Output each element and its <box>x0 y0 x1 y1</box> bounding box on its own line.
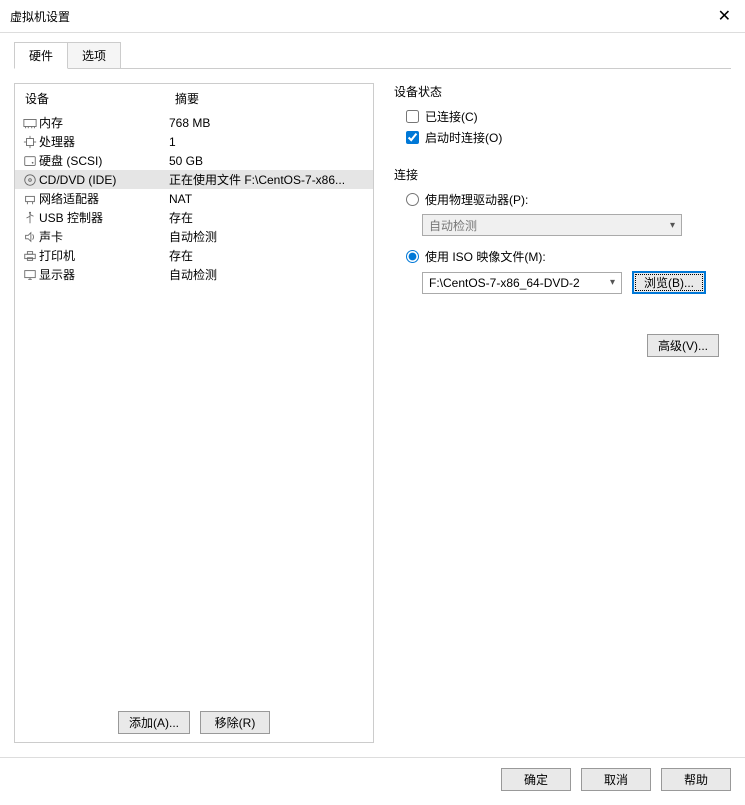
add-button[interactable]: 添加(A)... <box>118 711 190 734</box>
browse-button[interactable]: 浏览(B)... <box>632 271 706 294</box>
hardware-item-name: 内存 <box>39 114 169 131</box>
physical-drive-row[interactable]: 使用物理驱动器(P): <box>394 189 725 210</box>
printer-icon <box>21 249 39 263</box>
hardware-item-summary: 存在 <box>169 209 367 226</box>
iso-file-radio[interactable] <box>406 250 419 263</box>
cpu-icon <box>21 135 39 149</box>
hardware-item[interactable]: 硬盘 (SCSI)50 GB <box>15 151 373 170</box>
hardware-item-summary: 768 MB <box>169 116 367 130</box>
device-status-title: 设备状态 <box>394 83 725 100</box>
hardware-item-summary: 自动检测 <box>169 266 367 283</box>
header-summary: 摘要 <box>175 90 363 107</box>
hardware-item[interactable]: 网络适配器NAT <box>15 189 373 208</box>
usb-icon <box>21 211 39 225</box>
window-title: 虚拟机设置 <box>10 8 70 25</box>
physical-drive-label: 使用物理驱动器(P): <box>425 191 528 208</box>
network-icon <box>21 192 39 206</box>
header-device: 设备 <box>25 90 175 107</box>
cd-icon <box>21 173 39 187</box>
iso-file-value: F:\CentOS-7-x86_64-DVD-2 <box>429 276 580 290</box>
hardware-item-summary: 正在使用文件 F:\CentOS-7-x86... <box>169 171 367 188</box>
iso-file-row[interactable]: 使用 ISO 映像文件(M): <box>394 246 725 267</box>
hardware-item-name: 硬盘 (SCSI) <box>39 152 169 169</box>
iso-file-label: 使用 ISO 映像文件(M): <box>425 248 546 265</box>
connected-row[interactable]: 已连接(C) <box>394 106 725 127</box>
hardware-item[interactable]: 打印机存在 <box>15 246 373 265</box>
cancel-button[interactable]: 取消 <box>581 768 651 791</box>
chevron-down-icon: ▾ <box>670 220 675 231</box>
hardware-panel: 设备 摘要 内存768 MB处理器1硬盘 (SCSI)50 GBCD/DVD (… <box>14 83 374 743</box>
connect-on-power-label: 启动时连接(O) <box>425 129 502 146</box>
hardware-item[interactable]: 内存768 MB <box>15 113 373 132</box>
connect-on-power-row[interactable]: 启动时连接(O) <box>394 127 725 148</box>
physical-drive-value: 自动检测 <box>429 217 477 234</box>
hardware-item[interactable]: CD/DVD (IDE)正在使用文件 F:\CentOS-7-x86... <box>15 170 373 189</box>
ok-button[interactable]: 确定 <box>501 768 571 791</box>
hardware-action-row: 添加(A)... 移除(R) <box>15 703 373 742</box>
hardware-item-name: 显示器 <box>39 266 169 283</box>
hardware-item-summary: 50 GB <box>169 154 367 168</box>
hardware-list-header: 设备 摘要 <box>15 84 373 113</box>
advanced-button[interactable]: 高级(V)... <box>647 334 719 357</box>
hardware-item-name: 打印机 <box>39 247 169 264</box>
iso-input-row: F:\CentOS-7-x86_64-DVD-2 ▾ 浏览(B)... <box>422 271 725 294</box>
help-button[interactable]: 帮助 <box>661 768 731 791</box>
hardware-item-summary: 存在 <box>169 247 367 264</box>
content-area: 设备 摘要 内存768 MB处理器1硬盘 (SCSI)50 GBCD/DVD (… <box>0 69 745 757</box>
hardware-item-summary: 1 <box>169 135 367 149</box>
tab-hardware[interactable]: 硬件 <box>14 42 68 69</box>
titlebar: 虚拟机设置 ✕ <box>0 0 745 33</box>
display-icon <box>21 268 39 282</box>
hardware-item-name: 声卡 <box>39 228 169 245</box>
hardware-item[interactable]: 声卡自动检测 <box>15 227 373 246</box>
connected-checkbox[interactable] <box>406 110 419 123</box>
hardware-item[interactable]: 处理器1 <box>15 132 373 151</box>
hardware-item[interactable]: 显示器自动检测 <box>15 265 373 284</box>
iso-file-combo[interactable]: F:\CentOS-7-x86_64-DVD-2 ▾ <box>422 272 622 294</box>
disk-icon <box>21 154 39 168</box>
advanced-row: 高级(V)... <box>394 334 725 357</box>
connected-label: 已连接(C) <box>425 108 478 125</box>
device-status-section: 设备状态 已连接(C) 启动时连接(O) <box>394 83 725 148</box>
sound-icon <box>21 230 39 244</box>
dialog-footer: 确定 取消 帮助 <box>0 757 745 801</box>
hardware-list: 内存768 MB处理器1硬盘 (SCSI)50 GBCD/DVD (IDE)正在… <box>15 113 373 284</box>
connection-title: 连接 <box>394 166 725 183</box>
detail-panel: 设备状态 已连接(C) 启动时连接(O) 连接 使用物理驱动器(P): 自动检测… <box>388 83 731 743</box>
hardware-item-name: 处理器 <box>39 133 169 150</box>
tab-options[interactable]: 选项 <box>68 42 121 69</box>
hardware-item-summary: 自动检测 <box>169 228 367 245</box>
tab-bar: 硬件 选项 <box>0 33 745 68</box>
close-icon[interactable]: ✕ <box>714 6 735 26</box>
physical-drive-combo: 自动检测 ▾ <box>422 214 682 236</box>
hardware-item-name: CD/DVD (IDE) <box>39 173 169 187</box>
hardware-item[interactable]: USB 控制器存在 <box>15 208 373 227</box>
memory-icon <box>21 116 39 130</box>
connect-on-power-checkbox[interactable] <box>406 131 419 144</box>
hardware-item-name: 网络适配器 <box>39 190 169 207</box>
connection-section: 连接 使用物理驱动器(P): 自动检测 ▾ 使用 ISO 映像文件(M): F:… <box>394 166 725 294</box>
chevron-down-icon[interactable]: ▾ <box>610 277 615 288</box>
remove-button[interactable]: 移除(R) <box>200 711 270 734</box>
physical-drive-radio[interactable] <box>406 193 419 206</box>
hardware-item-summary: NAT <box>169 192 367 206</box>
hardware-item-name: USB 控制器 <box>39 209 169 226</box>
